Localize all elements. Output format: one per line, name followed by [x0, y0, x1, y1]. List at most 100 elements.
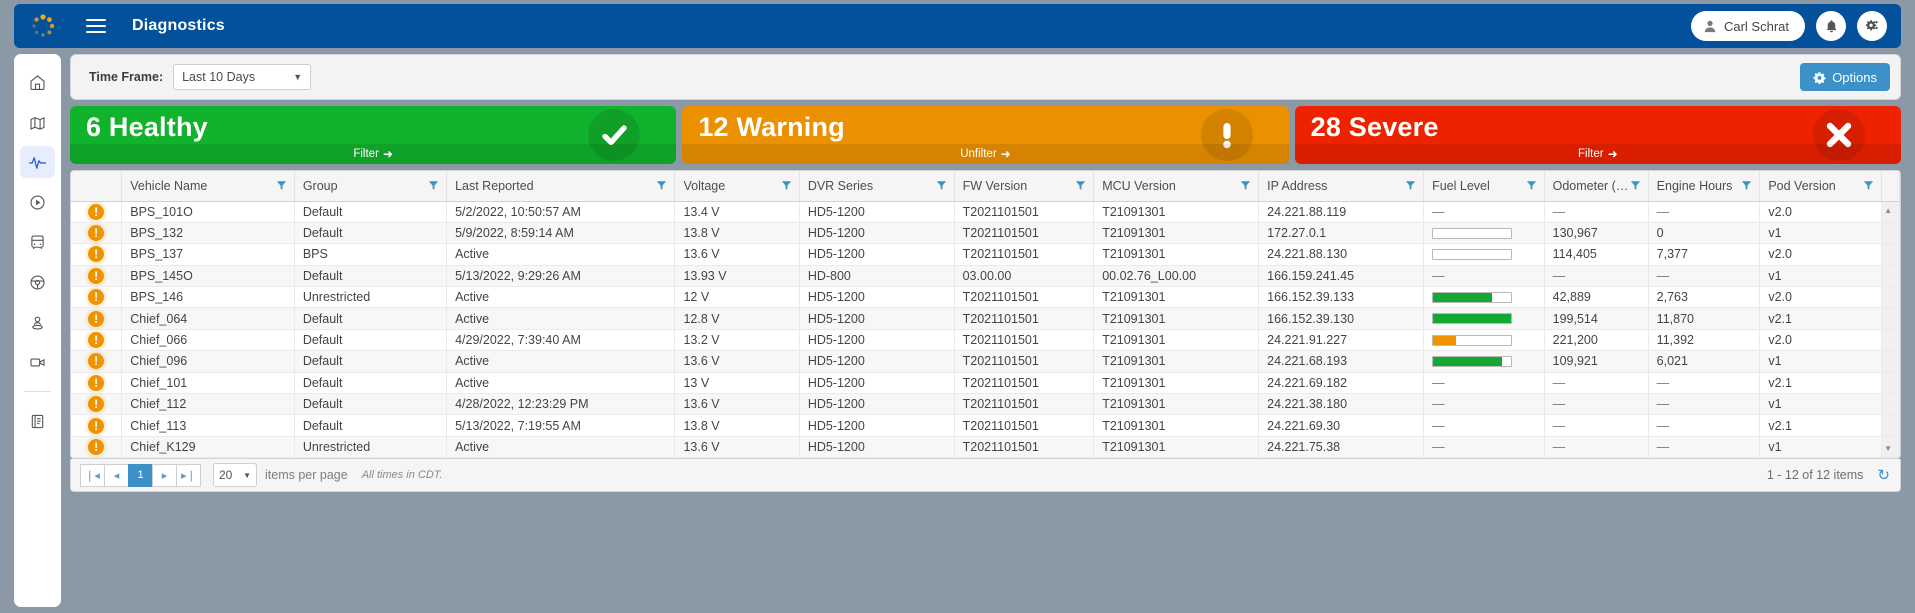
table-scrollbar[interactable]	[1881, 286, 1900, 309]
sidebar-item-reports[interactable]	[20, 405, 55, 437]
first-page-button[interactable]: ❘◂	[80, 463, 105, 487]
spinner-logo-icon[interactable]	[28, 11, 58, 41]
steering-wheel-icon	[30, 274, 45, 290]
status-card-severe[interactable]: 28 Severe Filter ➜	[1294, 106, 1901, 164]
table-row[interactable]: ! Chief_112 Default 4/28/2022, 12:23:29 PM 1…	[71, 393, 1900, 416]
column-header-vehicle-name[interactable]: Vehicle Name	[121, 171, 295, 202]
filter-funnel-icon[interactable]	[936, 180, 947, 191]
cell-fuel-level	[1423, 329, 1545, 352]
table-scrollbar[interactable]	[1881, 243, 1900, 266]
notifications-button[interactable]	[1816, 11, 1846, 41]
sidebar-item-drivers[interactable]	[20, 266, 55, 298]
filter-funnel-icon[interactable]	[781, 180, 792, 191]
cell-voltage: 13.8 V	[674, 414, 800, 437]
filter-funnel-icon[interactable]	[1240, 180, 1251, 191]
table-row[interactable]: ! Chief_101 Default Active 13 V HD5-1200 T2021…	[71, 372, 1900, 395]
settings-button[interactable]	[1857, 11, 1887, 41]
time-frame-select[interactable]: Last 10 Days ▼	[173, 64, 312, 90]
status-card-warning-action[interactable]: Unfilter ➜	[682, 144, 1289, 164]
hamburger-menu-icon[interactable]	[86, 15, 106, 37]
sidebar-item-playback[interactable]	[20, 186, 55, 218]
status-card-healthy[interactable]: 6 Healthy Filter ➜	[70, 106, 677, 164]
status-card-severe-action[interactable]: Filter ➜	[1294, 144, 1901, 164]
filter-funnel-icon[interactable]	[1075, 180, 1086, 191]
filter-funnel-icon[interactable]	[1863, 180, 1874, 191]
sidebar-item-diagnostics[interactable]	[20, 146, 55, 178]
table-row[interactable]: ! Chief_066 Default 4/29/2022, 7:39:40 AM 13…	[71, 329, 1900, 352]
column-header-fuel-level[interactable]: Fuel Level	[1423, 171, 1545, 202]
sidebar-item-video[interactable]	[20, 346, 55, 378]
table-row[interactable]: ! Chief_K129 Unrestricted Active 13.6 V HD5-1…	[71, 436, 1900, 459]
prev-page-button[interactable]: ◂	[104, 463, 129, 487]
sidebar-item-students[interactable]	[20, 306, 55, 338]
table-scrollbar[interactable]	[1881, 372, 1900, 395]
table-row[interactable]: ! Chief_096 Default Active 13.6 V HD5-1200 T20…	[71, 350, 1900, 373]
status-card-warning[interactable]: 12 Warning Unfilter ➜	[682, 106, 1289, 164]
diagnostics-table: Vehicle Name Group Last Reported Voltage DVR…	[71, 171, 1900, 459]
table-scrollbar[interactable]	[1881, 222, 1900, 245]
column-header-engine-hours[interactable]: Engine Hours	[1648, 171, 1761, 202]
column-header-ip-address[interactable]: IP Address	[1258, 171, 1425, 202]
table-row[interactable]: ! Chief_064 Default Active 12.8 V HD5-1200 T20…	[71, 307, 1900, 330]
column-header-label: Engine Hours	[1656, 178, 1733, 193]
table-row[interactable]: ! BPS_137 BPS Active 13.6 V HD5-1200 T20211015…	[71, 243, 1900, 266]
table-scrollbar[interactable]	[1881, 350, 1900, 373]
column-header-last-reported[interactable]: Last Reported	[446, 171, 676, 202]
table-row[interactable]: ! BPS_132 Default 5/9/2022, 8:59:14 AM 13.8 …	[71, 222, 1900, 245]
column-header-label: Group	[302, 178, 338, 193]
cell-pod-version: v2.1	[1759, 414, 1883, 437]
column-header-label: Fuel Level	[1432, 178, 1490, 193]
table-scrollbar[interactable]: ▲	[1881, 201, 1900, 223]
cell-vehicle-name: Chief_112	[121, 393, 295, 416]
page-1-button[interactable]: 1	[128, 463, 153, 487]
table-row[interactable]: ! BPS_146 Unrestricted Active 12 V HD5-1200 T2…	[71, 286, 1900, 309]
next-page-button[interactable]: ▸	[152, 463, 177, 487]
cell-dvr-series: HD5-1200	[799, 286, 955, 309]
table-row[interactable]: ! BPS_145O Default 5/13/2022, 9:29:26 AM 13.…	[71, 265, 1900, 288]
table-row[interactable]: ! Chief_113 Default 5/13/2022, 7:19:55 AM 13…	[71, 414, 1900, 437]
filter-funnel-icon[interactable]	[276, 180, 287, 191]
filter-funnel-icon[interactable]	[1630, 180, 1641, 191]
sidebar-item-vehicles[interactable]	[20, 226, 55, 258]
column-header-status[interactable]	[71, 171, 123, 202]
filter-funnel-icon[interactable]	[1405, 180, 1416, 191]
map-icon	[30, 116, 45, 130]
user-menu-button[interactable]: Carl Schrat	[1690, 11, 1805, 41]
last-page-button[interactable]: ▸❘	[176, 463, 201, 487]
table-row[interactable]: ! BPS_101O Default 5/2/2022, 10:50:57 AM 13.…	[71, 201, 1900, 223]
status-card-severe-title: 28 Severe	[1310, 112, 1439, 142]
filter-funnel-icon[interactable]	[1741, 180, 1752, 191]
table-scrollbar[interactable]	[1881, 329, 1900, 352]
status-badge: !	[71, 222, 123, 245]
table-scrollbar[interactable]	[1881, 414, 1900, 437]
table-scrollbar[interactable]: ▼	[1881, 436, 1900, 459]
column-header-group[interactable]: Group	[294, 171, 448, 202]
user-name: Carl Schrat	[1723, 18, 1789, 34]
table-scrollbar[interactable]	[1881, 393, 1900, 416]
table-scrollbar[interactable]	[1881, 307, 1900, 330]
refresh-icon[interactable]: ↻	[1877, 466, 1890, 484]
sidebar-item-home[interactable]	[20, 66, 55, 98]
options-button[interactable]: Options	[1800, 63, 1890, 91]
filter-funnel-icon[interactable]	[428, 180, 439, 191]
status-badge: !	[71, 393, 123, 416]
column-header-pod-version[interactable]: Pod Version	[1759, 171, 1883, 202]
sidebar-item-map[interactable]	[20, 106, 55, 138]
column-header-fw-version[interactable]: FW Version	[954, 171, 1095, 202]
column-header-odometer[interactable]: Odometer (…	[1544, 171, 1649, 202]
column-header-voltage[interactable]: Voltage	[674, 171, 800, 202]
cell-fuel-level	[1423, 307, 1545, 330]
items-per-page-select[interactable]: 20 ▼	[213, 463, 257, 488]
cell-ip-address: 24.221.91.227	[1258, 329, 1425, 352]
status-card-healthy-action[interactable]: Filter ➜	[70, 144, 677, 164]
filter-funnel-icon[interactable]	[656, 180, 667, 191]
filter-funnel-icon[interactable]	[1526, 180, 1537, 191]
cell-group: Default	[294, 265, 448, 288]
scroll-up-icon[interactable]: ▲	[1884, 206, 1892, 215]
cell-mcu-version: 00.02.76_L00.00	[1093, 265, 1260, 288]
scroll-down-icon[interactable]: ▼	[1884, 444, 1892, 453]
table-scrollbar[interactable]	[1881, 265, 1900, 288]
column-header-dvr-series[interactable]: DVR Series	[799, 171, 955, 202]
column-header-mcu-version[interactable]: MCU Version	[1093, 171, 1260, 202]
page-title: Diagnostics	[132, 17, 225, 34]
